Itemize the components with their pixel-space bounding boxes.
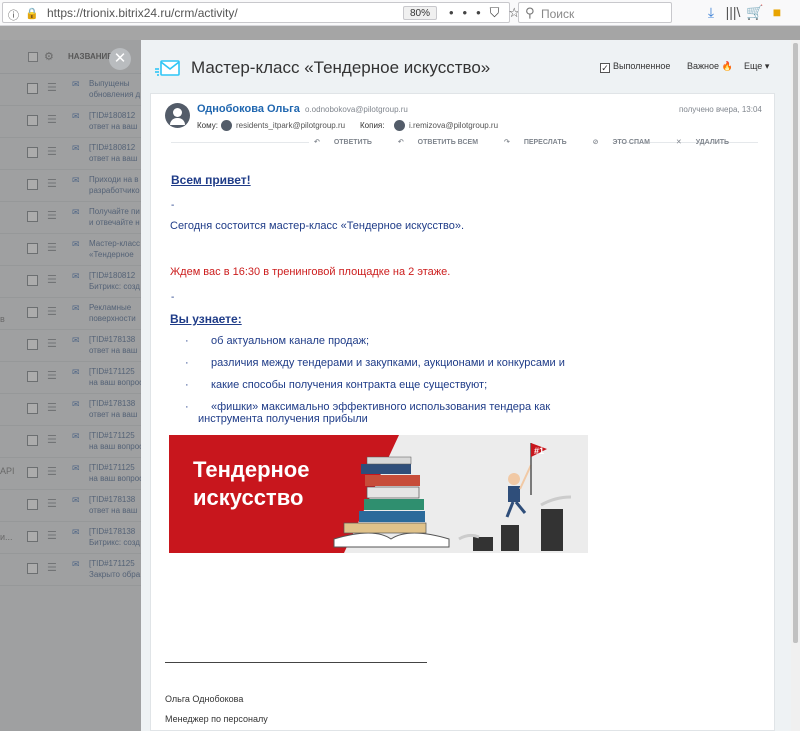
more-icon[interactable]: •••: [449, 5, 490, 20]
bullet-item: «фишки» максимально эффективного использ…: [211, 401, 551, 413]
check-icon[interactable]: ✓: [600, 63, 610, 73]
bullet-marker: ·: [185, 357, 189, 369]
bullet-marker: ·: [185, 401, 189, 413]
body-paragraph-1: Сегодня состоится мастер-класс «Тендерно…: [170, 220, 465, 232]
bullet-marker: ·: [185, 379, 189, 391]
browser-toolbar: ⓘ 🔒 https://trionix.bitrix24.ru/crm/acti…: [0, 0, 800, 26]
sender-name[interactable]: Однобокова Ольга: [197, 103, 300, 115]
signature-divider: [165, 662, 427, 663]
sender-avatar: [165, 103, 190, 128]
signature-name: Ольга Однобокова: [165, 694, 244, 704]
reply-button[interactable]: ↶ ОТВЕТИТЬ: [314, 139, 384, 146]
cart-icon[interactable]: 🛒: [744, 4, 766, 21]
delete-button[interactable]: ✕ УДАЛИТЬ: [676, 139, 741, 146]
info-icon[interactable]: ⓘ: [8, 7, 19, 23]
bullet-marker: ·: [185, 335, 189, 347]
bullet-item: об актуальном канале продаж;: [211, 335, 370, 347]
important-label: Важное: [687, 61, 720, 71]
search-icon: ⚲: [525, 5, 535, 20]
slider-title: Мастер-класс «Тендерное искусство»: [191, 58, 491, 77]
bullet-item: какие способы получения контракта еще су…: [211, 379, 488, 391]
signature-position: Менеджер по персоналу: [165, 714, 268, 724]
search-placeholder: Поиск: [541, 7, 575, 21]
important-toggle[interactable]: Важное 🔥: [687, 61, 733, 72]
scrollbar-thumb[interactable]: [793, 43, 798, 643]
banner-line-2: искусство: [193, 485, 303, 510]
reply-icon: ↶: [314, 139, 320, 146]
cc-label: Копия:: [360, 121, 385, 130]
to-email[interactable]: residents_itpark@pilotgroup.ru: [236, 121, 345, 130]
chevron-down-icon: ▾: [764, 61, 770, 71]
banner-line-1: Тендерное: [193, 457, 309, 482]
more-menu-button[interactable]: Еще ▾: [744, 61, 769, 72]
cc-email[interactable]: i.remizova@pilotgroup.ru: [409, 121, 498, 130]
more-label: Еще: [744, 61, 763, 71]
fire-icon: 🔥: [721, 61, 733, 71]
sender-email: o.odnobokova@pilotgroup.ru: [305, 105, 408, 114]
recipient-avatar: [221, 120, 232, 131]
url-text[interactable]: https://trionix.bitrix24.ru/crm/activity…: [47, 6, 238, 20]
received-time: получено вчера, 13:04: [679, 105, 762, 114]
forward-button[interactable]: ↷ ПЕРЕСЛАТЬ: [504, 139, 579, 146]
body-paragraph-2: Ждем вас в 16:30 в тренинговой площадке …: [170, 266, 451, 278]
bullet-item-continuation: инструмента получения прибыли: [198, 413, 368, 425]
library-icon[interactable]: |||\: [722, 4, 744, 20]
download-icon[interactable]: ⤓: [700, 4, 722, 21]
event-banner: Тендерное искусство #1: [169, 435, 588, 553]
done-label: Выполненное: [613, 61, 671, 71]
separator-dash: -: [171, 200, 175, 211]
lock-warning-icon[interactable]: 🔒: [25, 7, 39, 20]
close-slider-button[interactable]: ✕: [109, 48, 131, 70]
email-card: Однобокова Ольга o.odnobokova@pilotgroup…: [150, 93, 775, 731]
browser-toolbar-icons: ⤓ |||\ 🛒 ■: [700, 4, 788, 21]
cc-avatar: [394, 120, 405, 131]
spam-icon: ⊘: [592, 139, 599, 146]
separator-dash: -: [171, 292, 175, 303]
email-actions: ↶ ОТВЕТИТЬ ↶ ОТВЕТИТЬ ВСЕМ ↷ ПЕРЕСЛАТЬ ⊘…: [314, 138, 753, 146]
close-icon: ✕: [113, 50, 127, 67]
to-label: Кому:: [197, 121, 218, 130]
done-checkbox[interactable]: ✓ Выполненное: [600, 61, 670, 73]
zoom-level[interactable]: 80%: [403, 6, 438, 20]
bullet-item: различия между тендерами и закупками, ау…: [211, 357, 565, 369]
reply-all-icon: ↶: [397, 139, 404, 146]
spam-button[interactable]: ⊘ ЭТО СПАМ: [593, 139, 662, 146]
extension-icon[interactable]: ■: [766, 4, 788, 20]
email-activity-icon: [155, 60, 180, 76]
divider: [171, 142, 309, 143]
pocket-icon[interactable]: ⛉: [490, 5, 509, 20]
forward-icon: ↷: [503, 139, 510, 146]
slider-scrollbar[interactable]: [791, 40, 800, 731]
reply-all-button[interactable]: ↶ ОТВЕТИТЬ ВСЕМ: [398, 139, 490, 146]
address-bar[interactable]: ⓘ 🔒 https://trionix.bitrix24.ru/crm/acti…: [2, 2, 520, 23]
learn-heading: Вы узнаете:: [170, 312, 242, 326]
greeting: Всем привет!: [171, 173, 251, 187]
delete-icon: ✕: [675, 139, 682, 146]
search-field[interactable]: ⚲ Поиск: [518, 2, 672, 23]
banner-badge: #1: [534, 446, 544, 456]
